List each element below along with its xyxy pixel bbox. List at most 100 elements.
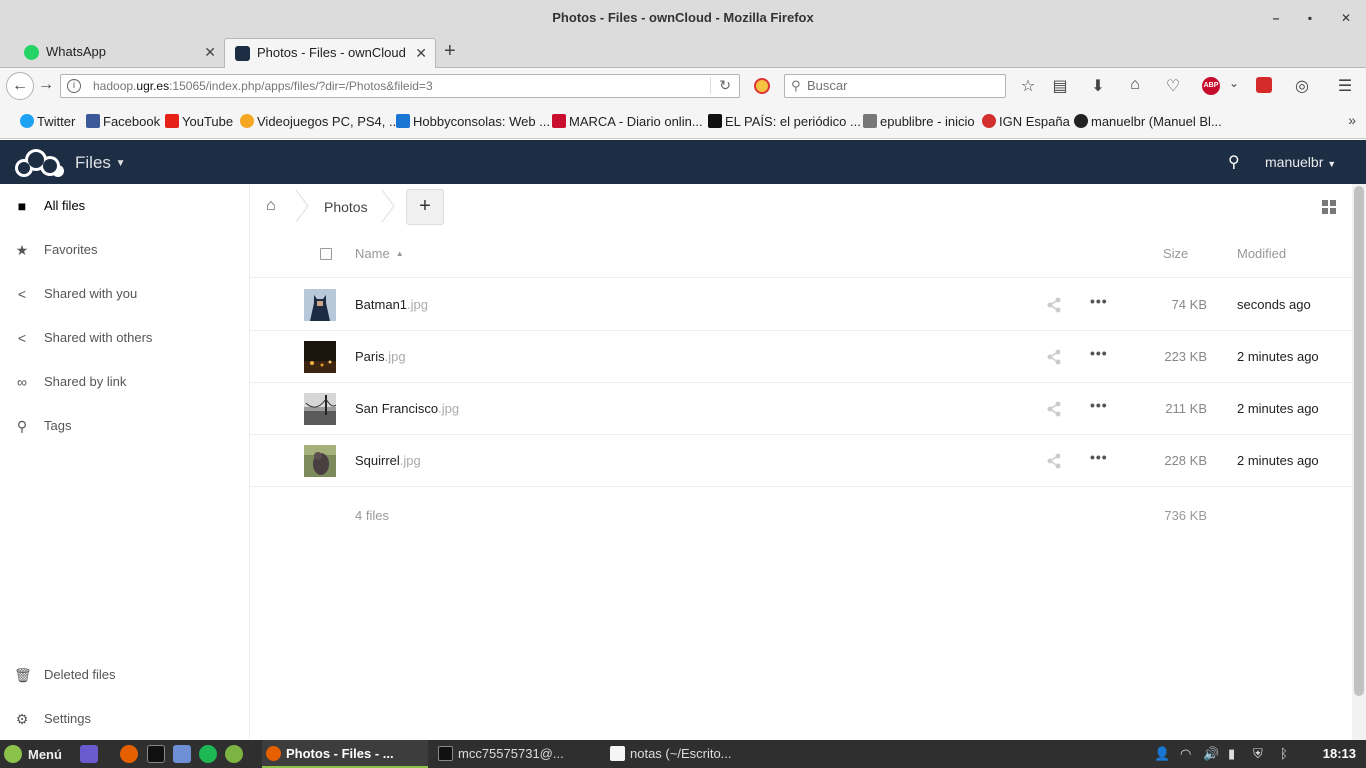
bookmark-youtube[interactable]: YouTube (165, 114, 233, 129)
table-row[interactable]: Squirrel.jpg ••• 228 KB 2 minutes ago (250, 435, 1352, 487)
column-modified[interactable]: Modified (1237, 246, 1286, 261)
clock[interactable]: 18:13 (1323, 746, 1356, 761)
sidebar-item-shared-with-you[interactable]: < Shared with you (0, 272, 249, 316)
file-size: 228 KB (1164, 453, 1207, 468)
close-tab-icon[interactable]: ✕ (415, 39, 427, 67)
sidebar-item-all-files[interactable]: ■ All files (0, 184, 249, 228)
user-menu[interactable]: manuelbr ▼ (1265, 154, 1336, 170)
firefox-icon[interactable] (120, 745, 138, 763)
search-bar[interactable]: ⚲ (784, 74, 1006, 98)
url-text[interactable]: hadoop.ugr.es:15065/index.php/apps/files… (93, 79, 433, 93)
maximize-button[interactable]: ▪ (1302, 10, 1318, 26)
share-icon[interactable] (1046, 349, 1062, 365)
bookmark-videojuegos[interactable]: Videojuegos PC, PS4, ... (240, 114, 400, 129)
more-actions-icon[interactable]: ••• (1090, 397, 1108, 413)
chevron-right-icon[interactable]: » (1348, 112, 1356, 128)
bookmark-facebook[interactable]: Facebook (86, 114, 160, 129)
epublibre-icon (863, 114, 877, 128)
minimize-button[interactable]: – (1268, 10, 1284, 26)
task-notas[interactable]: notas (~/Escrito... (606, 740, 772, 768)
sidebar-item-favorites[interactable]: ★ Favorites (0, 228, 249, 272)
adblock-icon[interactable]: ABP (1202, 77, 1220, 95)
search-input[interactable] (807, 78, 997, 93)
bookmark-elpais[interactable]: EL PAÍS: el periódico ... (708, 114, 861, 129)
home-icon[interactable]: ⌂ (266, 197, 276, 215)
new-button[interactable]: + (406, 189, 444, 225)
bookmark-ign[interactable]: IGN España (982, 114, 1070, 129)
spotify-icon[interactable] (199, 745, 217, 763)
share-icon[interactable] (1046, 453, 1062, 469)
share-icon[interactable] (1046, 401, 1062, 417)
share-icon[interactable] (1046, 297, 1062, 313)
volume-icon[interactable]: 🔊 (1203, 746, 1219, 762)
close-window-button[interactable]: ✕ (1338, 10, 1354, 26)
grid-view-icon[interactable] (1322, 200, 1336, 214)
reading-list-icon[interactable]: ▤ (1050, 76, 1070, 96)
files-icon[interactable] (173, 745, 191, 763)
more-actions-icon[interactable]: ••• (1090, 449, 1108, 465)
bookmark-star-icon[interactable]: ☆ (1018, 76, 1038, 96)
reload-icon[interactable]: ↻ (710, 77, 731, 94)
user-icon[interactable]: 👤 (1154, 746, 1170, 762)
sync-icon[interactable]: ◎ (1292, 76, 1312, 96)
sidebar-item-shared-with-others[interactable]: < Shared with others (0, 316, 249, 360)
share-icon: < (17, 330, 27, 346)
bookmark-twitter[interactable]: Twitter (20, 114, 75, 129)
terminal-icon[interactable] (147, 745, 165, 763)
breadcrumb-photos[interactable]: Photos (324, 199, 368, 215)
show-desktop-icon[interactable] (80, 745, 98, 763)
shield-icon[interactable]: ⛨ (1253, 746, 1263, 762)
wifi-icon[interactable]: ◠ (1180, 746, 1191, 762)
tab-owncloud[interactable]: Photos - Files - ownCloud ✕ (224, 38, 436, 69)
home-icon[interactable]: ⌂ (1125, 76, 1145, 94)
task-terminal[interactable]: mcc75575731@... (434, 740, 600, 768)
bookmark-hobbyconsolas[interactable]: Hobbyconsolas: Web ... (396, 114, 550, 129)
app-launcher-icon[interactable] (225, 745, 243, 763)
bookmark-github[interactable]: manuelbr (Manuel Bl... (1074, 114, 1222, 129)
bookmark-epublibre[interactable]: epublibre - inicio (863, 114, 975, 129)
os-taskbar: Menú Photos - Files - ... mcc75575731@..… (0, 740, 1366, 768)
bluetooth-icon[interactable]: ᛒ (1280, 746, 1288, 761)
info-icon[interactable]: i (67, 79, 81, 93)
battery-icon[interactable]: ▮ (1228, 746, 1235, 762)
sidebar-item-shared-by-link[interactable]: ∞ Shared by link (0, 360, 249, 404)
table-row[interactable]: San Francisco.jpg ••• 211 KB 2 minutes a… (250, 383, 1352, 435)
noscript-icon[interactable] (754, 78, 770, 94)
new-tab-button[interactable]: + (444, 40, 456, 63)
table-row[interactable]: Batman1.jpg ••• 74 KB seconds ago (250, 279, 1352, 331)
forward-button[interactable]: → (38, 76, 54, 94)
table-row[interactable]: Paris.jpg ••• 223 KB 2 minutes ago (250, 331, 1352, 383)
column-name[interactable]: Name ▲ (355, 246, 404, 261)
extension-icon[interactable] (1256, 77, 1272, 93)
close-tab-icon[interactable]: ✕ (204, 38, 216, 66)
select-all-checkbox[interactable] (320, 248, 332, 260)
owncloud-logo-icon[interactable] (12, 146, 64, 178)
file-name[interactable]: Squirrel.jpg (355, 453, 421, 468)
file-name[interactable]: Batman1.jpg (355, 297, 428, 312)
app-menu[interactable]: Files ▼ (75, 153, 126, 173)
sidebar-item-settings[interactable]: ⚙ Settings (0, 697, 249, 741)
search-icon[interactable]: ⚲ (1228, 152, 1246, 171)
more-actions-icon[interactable]: ••• (1090, 293, 1108, 309)
hamburger-menu-icon[interactable]: ☰ (1335, 76, 1355, 96)
back-button[interactable]: ← (6, 72, 34, 100)
url-bar[interactable]: i hadoop.ugr.es:15065/index.php/apps/fil… (60, 74, 740, 98)
total-size: 736 KB (1164, 508, 1207, 523)
start-menu-button[interactable]: Menú (4, 745, 62, 763)
app-navigation: ■ All files ★ Favorites < Shared with yo… (0, 184, 250, 740)
sidebar-item-tags[interactable]: ⚲ Tags (0, 404, 249, 448)
task-firefox[interactable]: Photos - Files - ... (262, 740, 428, 768)
page-scrollbar[interactable] (1352, 184, 1366, 740)
bookmark-marca[interactable]: MARCA - Diario onlin... (552, 114, 703, 129)
scrollbar-thumb[interactable] (1354, 186, 1364, 696)
column-size[interactable]: Size (1163, 246, 1188, 261)
download-icon[interactable]: ⬇ (1088, 76, 1108, 96)
chevron-down-icon[interactable]: ⌄ (1224, 76, 1244, 90)
file-name[interactable]: San Francisco.jpg (355, 401, 459, 416)
tab-whatsapp[interactable]: WhatsApp ✕ (14, 38, 224, 68)
sidebar-item-deleted-files[interactable]: 🗑 Deleted files (0, 653, 249, 697)
share-icon: < (17, 286, 27, 302)
file-name[interactable]: Paris.jpg (355, 349, 406, 364)
pocket-icon[interactable]: ♡ (1163, 76, 1183, 96)
more-actions-icon[interactable]: ••• (1090, 345, 1108, 361)
